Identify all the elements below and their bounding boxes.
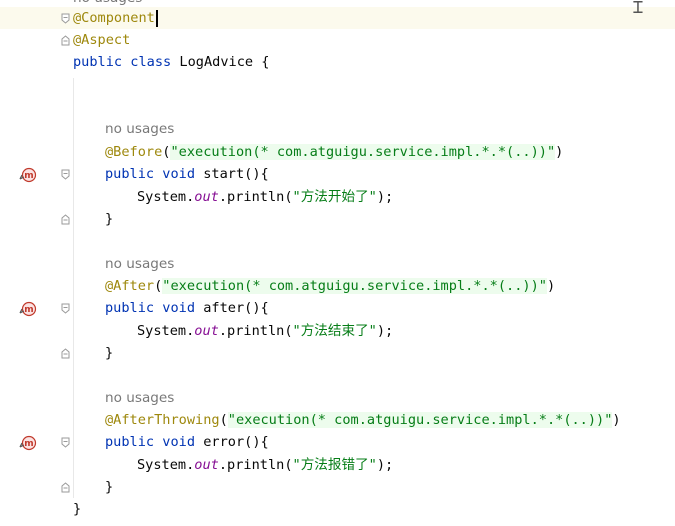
keyword-public: public	[73, 54, 123, 70]
statement-end: );	[376, 189, 394, 205]
println-call: .println(	[218, 189, 293, 205]
code-line-body[interactable]: System.out.println("方法开始了");	[137, 186, 393, 208]
message-string: "方法开始了"	[292, 189, 377, 205]
method-signature[interactable]: after(){	[195, 300, 269, 316]
code-line-annotation[interactable]: @Before("execution(* com.atguigu.service…	[105, 141, 563, 163]
fold-marker-icon[interactable]	[61, 214, 70, 225]
out-field: out	[194, 189, 219, 205]
fold-marker-icon[interactable]	[61, 169, 70, 180]
usages-hint[interactable]: no usages	[105, 118, 174, 140]
text-caret	[155, 9, 158, 27]
code-line-signature[interactable]: public void after(){	[105, 297, 269, 319]
annotation-before[interactable]: @Before	[105, 144, 162, 160]
fold-marker-icon[interactable]	[61, 35, 70, 46]
usages-hint[interactable]: no usages	[105, 387, 174, 409]
pointcut-string: "execution(* com.atguigu.service.impl.*.…	[162, 278, 547, 294]
close-brace: }	[105, 211, 114, 227]
code-line-3[interactable]: public class LogAdvice {	[73, 51, 269, 73]
println-call: .println(	[218, 457, 293, 473]
method-override-icon[interactable]: m	[17, 300, 39, 318]
annotation-after[interactable]: @After	[105, 278, 154, 294]
pointcut-string: "execution(* com.atguigu.service.impl.*.…	[227, 412, 613, 428]
keyword-public-void: public void	[105, 434, 196, 450]
close-brace: }	[105, 479, 114, 495]
system-class: System.	[137, 457, 195, 473]
fold-marker-icon[interactable]	[61, 348, 70, 359]
fold-marker-icon[interactable]	[61, 437, 70, 448]
text-cursor-icon: Ꮖ	[633, 0, 644, 17]
code-line-body[interactable]: System.out.println("方法报错了");	[137, 454, 393, 476]
code-line-signature[interactable]: public void error(){	[105, 431, 269, 453]
statement-end: );	[376, 323, 394, 339]
class-close-brace: }	[73, 501, 82, 517]
method-signature[interactable]: start(){	[195, 166, 269, 182]
code-line-annotation[interactable]: @AfterThrowing("execution(* com.atguigu.…	[105, 409, 621, 431]
fold-marker-icon[interactable]	[61, 482, 70, 493]
out-field: out	[194, 323, 219, 339]
svg-text:m: m	[24, 305, 33, 315]
open-brace: {	[253, 54, 270, 70]
code-line-1[interactable]: @Component	[73, 7, 158, 29]
keyword-public-void: public void	[105, 166, 196, 182]
message-string: "方法结束了"	[292, 323, 377, 339]
class-name[interactable]: LogAdvice	[179, 54, 253, 70]
code-line-body[interactable]: System.out.println("方法结束了");	[137, 320, 393, 342]
method-signature[interactable]: error(){	[195, 434, 269, 450]
pointcut-string: "execution(* com.atguigu.service.impl.*.…	[170, 144, 556, 160]
svg-text:m: m	[24, 439, 33, 449]
method-override-icon[interactable]: m	[17, 434, 39, 452]
usages-hint[interactable]: no usages	[105, 253, 174, 275]
system-class: System.	[137, 189, 195, 205]
code-line-signature[interactable]: public void start(){	[105, 163, 269, 185]
keyword-class: class	[130, 54, 172, 70]
svg-text:m: m	[24, 171, 33, 181]
close-brace: }	[105, 345, 114, 361]
fold-marker-icon[interactable]	[61, 303, 70, 314]
annotation-aspect[interactable]: @Aspect	[73, 32, 130, 48]
fold-marker-icon[interactable]	[61, 13, 70, 24]
println-call: .println(	[218, 323, 293, 339]
code-editor[interactable]: no usages @Component @Aspect public clas…	[0, 0, 675, 526]
annotation-after-throwing[interactable]: @AfterThrowing	[105, 412, 220, 428]
annotation-component[interactable]: @Component	[73, 10, 155, 26]
statement-end: );	[376, 457, 394, 473]
code-line-annotation[interactable]: @After("execution(* com.atguigu.service.…	[105, 275, 555, 297]
code-line-2[interactable]: @Aspect	[73, 29, 130, 51]
out-field: out	[194, 457, 219, 473]
system-class: System.	[137, 323, 195, 339]
message-string: "方法报错了"	[292, 457, 377, 473]
keyword-public-void: public void	[105, 300, 196, 316]
method-override-icon[interactable]: m	[17, 166, 39, 184]
